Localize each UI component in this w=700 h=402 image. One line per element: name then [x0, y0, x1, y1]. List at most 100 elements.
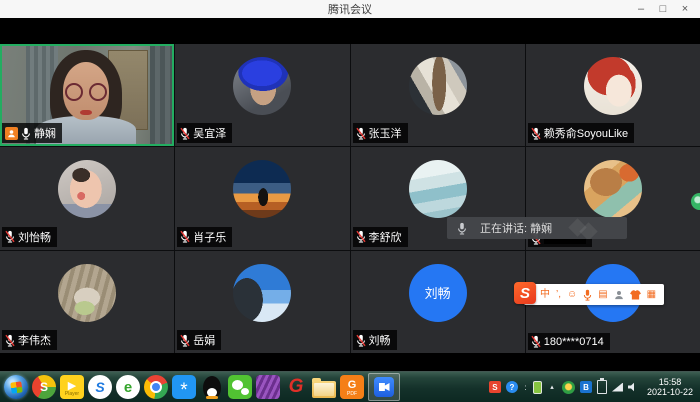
start-icon[interactable] — [4, 375, 28, 399]
tray-security-icon[interactable] — [562, 381, 575, 394]
participant-label: 吴宜泽 — [177, 123, 232, 143]
banner-mic-icon — [457, 222, 467, 235]
speaking-banner-text: 正在讲话: 静娴 — [480, 220, 552, 236]
participant-name: 刘畅 — [369, 332, 391, 348]
participant-name: 张玉洋 — [369, 125, 402, 141]
participant-tile[interactable]: 赖秀俞SoyouLike — [526, 44, 700, 146]
tray-volume-icon[interactable] — [628, 382, 639, 392]
sogou-logo-icon[interactable]: S — [514, 282, 536, 304]
ime-person-icon[interactable] — [614, 290, 624, 300]
ime-toolbar[interactable]: S 中 ’, ☺ ▤ ▦ — [524, 284, 664, 305]
mic-muted-icon — [356, 334, 366, 347]
tray-icons — [489, 380, 639, 394]
explorer-icon[interactable] — [312, 381, 336, 398]
mic-muted-icon — [180, 230, 190, 243]
mic-muted-icon — [531, 335, 541, 348]
mic-muted-icon — [5, 230, 15, 243]
participant-label: 李舒欣 — [353, 227, 408, 247]
ime-skin-icon[interactable] — [630, 290, 641, 300]
webcam-decor — [65, 83, 107, 101]
participant-name: 肖子乐 — [193, 229, 226, 245]
participant-label: 岳娟 — [177, 330, 221, 350]
ime-cn-mode[interactable]: 中 — [540, 284, 550, 305]
clock-time: 15:58 — [647, 377, 693, 387]
meeting-icon[interactable] — [368, 373, 400, 401]
participant-label: 180****0714 — [528, 333, 610, 350]
tray-sogou-icon[interactable] — [489, 381, 501, 393]
window-titlebar: 腾讯会议 – □ × — [0, 0, 700, 18]
sogou-browser-icon[interactable] — [88, 375, 112, 399]
participant-label: 赖秀俞SoyouLike — [528, 123, 634, 143]
tray-expand-icon[interactable] — [547, 383, 557, 391]
participant-tile[interactable]: 吴宜泽 — [175, 44, 349, 146]
mic-muted-icon — [180, 127, 190, 140]
qq-icon[interactable] — [203, 376, 221, 399]
chrome-icon[interactable] — [144, 375, 168, 399]
taskbar-apps — [0, 373, 400, 401]
participant-tile[interactable]: 刘怡畅 — [0, 147, 174, 249]
colorful-s-icon[interactable] — [32, 375, 56, 399]
taskbar-clock[interactable]: 15:58 2021-10-22 — [644, 377, 697, 397]
mic-muted-icon — [531, 127, 541, 140]
ime-emoji-icon[interactable]: ☺ — [567, 284, 577, 305]
ime-punctuation[interactable]: ’, — [556, 284, 561, 305]
window-title: 腾讯会议 — [328, 1, 372, 17]
webcam-decor — [80, 110, 92, 115]
participant-avatar: 刘畅 — [409, 264, 467, 322]
mic-muted-icon — [180, 334, 190, 347]
participant-label: 肖子乐 — [177, 227, 232, 247]
mic-muted-icon — [356, 127, 366, 140]
webcam-decor — [150, 44, 174, 146]
participant-tile[interactable]: 肖子乐 — [175, 147, 349, 249]
clock-date: 2021-10-22 — [647, 387, 693, 397]
player-icon[interactable] — [60, 375, 84, 399]
participant-tile[interactable]: 刘畅 刘畅 — [351, 251, 525, 353]
participant-tile[interactable]: 岳娟 — [175, 251, 349, 353]
green-e-icon[interactable] — [116, 375, 140, 399]
participant-name: 赖秀俞SoyouLike — [544, 125, 628, 141]
tray-battery-icon[interactable] — [597, 380, 607, 394]
participant-avatar — [409, 57, 467, 115]
participant-tile[interactable]: 张玉洋 — [351, 44, 525, 146]
participant-avatar — [233, 57, 291, 115]
maximize-button[interactable]: □ — [652, 0, 674, 18]
ime-voice-icon[interactable] — [583, 289, 592, 301]
participant-avatar — [409, 160, 467, 218]
participant-tile[interactable]: 李伟杰 — [0, 251, 174, 353]
participant-avatar — [58, 160, 116, 218]
minimize-button[interactable]: – — [630, 0, 652, 18]
red-g-icon[interactable] — [284, 375, 308, 399]
participant-label: 李伟杰 — [2, 330, 57, 350]
purple-icon[interactable] — [256, 375, 280, 399]
desktop: { "window": { "title": "腾讯会议", "controls… — [0, 0, 700, 402]
tray-green-pill-icon[interactable] — [533, 381, 542, 394]
speaking-banner: 正在讲话: 静娴 — [447, 217, 627, 239]
blue-asterisk-icon[interactable] — [172, 375, 196, 399]
participant-name: 岳娟 — [193, 332, 215, 348]
participant-label: 刘怡畅 — [2, 227, 57, 247]
participant-grid: 静娴 吴宜泽 — [0, 44, 700, 353]
ime-keyboard-icon[interactable]: ▤ — [598, 284, 607, 305]
participant-avatar — [584, 57, 642, 115]
tray-mini-icon[interactable] — [523, 383, 528, 392]
participant-name: 静娴 — [34, 125, 56, 141]
mic-muted-icon — [5, 334, 15, 347]
pdf-icon[interactable] — [340, 375, 364, 399]
participant-name: 李伟杰 — [18, 332, 51, 348]
host-badge-icon — [5, 127, 18, 140]
participant-tile[interactable]: 静娴 — [0, 44, 174, 146]
mic-on-icon — [21, 127, 31, 140]
close-button[interactable]: × — [674, 0, 696, 18]
tray-network-icon[interactable] — [612, 383, 623, 392]
tray-bluetooth-icon[interactable] — [580, 381, 592, 393]
participant-avatar — [584, 160, 642, 218]
participant-name: 刘怡畅 — [18, 229, 51, 245]
tray-help-icon[interactable] — [506, 381, 518, 393]
mic-muted-icon — [356, 230, 366, 243]
meeting-stage: 静娴 吴宜泽 — [0, 18, 700, 371]
participant-name: 180****0714 — [544, 336, 604, 348]
participant-label: 刘畅 — [353, 330, 397, 350]
ime-toolbox-icon[interactable]: ▦ — [647, 284, 656, 305]
wechat-icon[interactable] — [228, 375, 252, 399]
taskbar: 15:58 2021-10-22 — [0, 371, 700, 402]
